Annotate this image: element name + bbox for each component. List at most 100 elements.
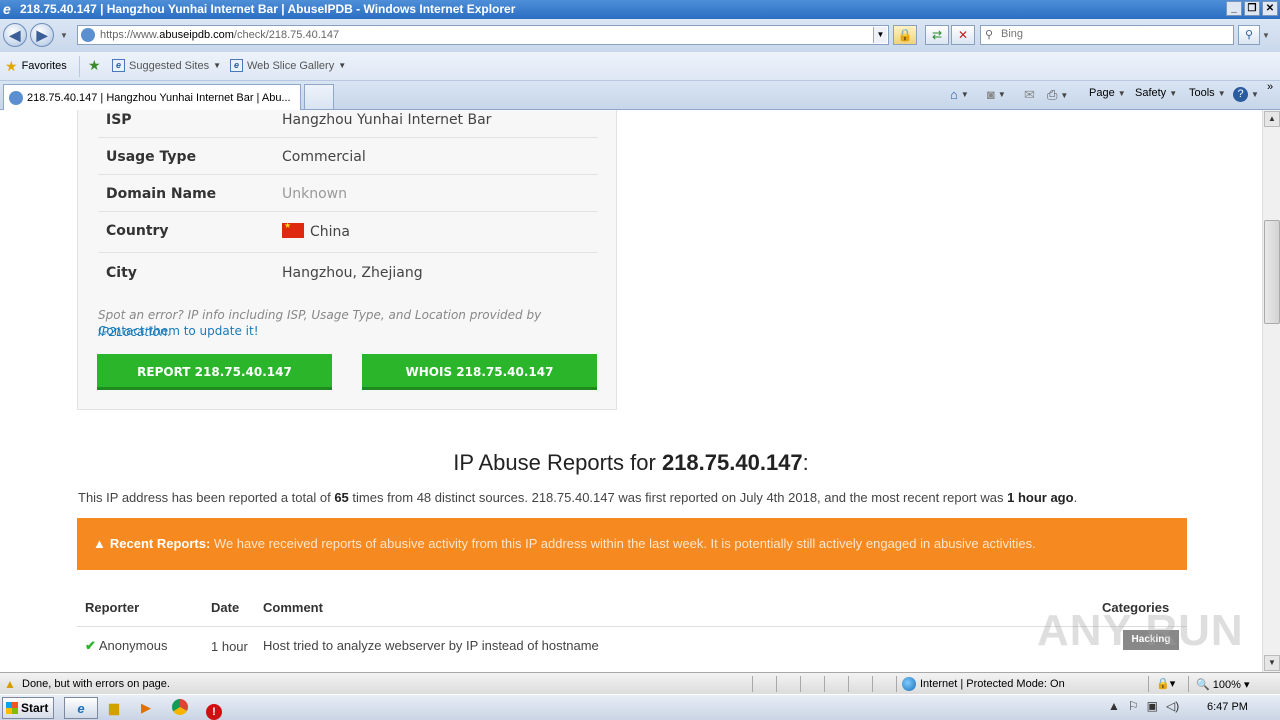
forward-button[interactable]: ▶ xyxy=(30,23,54,47)
page-icon xyxy=(9,91,23,105)
new-tab-button[interactable] xyxy=(304,84,334,110)
search-options-dropdown[interactable]: ▼ xyxy=(1262,31,1270,40)
status-divider xyxy=(776,676,777,692)
heading-colon: : xyxy=(802,450,809,475)
country-name: China xyxy=(310,224,350,240)
status-divider xyxy=(872,676,873,692)
column-header-reporter[interactable]: Reporter xyxy=(85,600,139,615)
scroll-up-button[interactable]: ▲ xyxy=(1264,111,1280,127)
mail-button[interactable]: ✉ xyxy=(1024,87,1035,103)
minimize-button[interactable]: _ xyxy=(1226,1,1242,16)
summary-text: times from 48 distinct sources. 218.75.4… xyxy=(352,490,1004,505)
home-button[interactable]: ⌂ ▼ xyxy=(950,87,969,102)
tools-menu[interactable]: Tools ▼ xyxy=(1189,87,1226,99)
info-row-usage-type: Usage Type Commercial xyxy=(98,138,598,175)
favorites-label: Favorites xyxy=(21,60,67,72)
chevron-down-icon: ▼ xyxy=(1169,88,1178,98)
taskbar-stop-icon[interactable]: ! xyxy=(200,697,228,720)
divider xyxy=(79,56,80,77)
chevron-down-icon: ▼ xyxy=(213,61,222,70)
search-icon: ⚲ xyxy=(985,29,994,41)
web-slice-gallery-link[interactable]: e Web Slice Gallery ▼ xyxy=(230,59,346,72)
search-button[interactable]: ⚲ xyxy=(1238,25,1260,45)
search-input[interactable] xyxy=(1001,28,1221,40)
address-dropdown-button[interactable]: ▼ xyxy=(873,27,887,43)
refresh-button[interactable]: ⇄ xyxy=(925,25,949,45)
page-error-icon[interactable]: ▲ xyxy=(4,677,16,691)
recent-pages-dropdown[interactable]: ▼ xyxy=(60,31,68,40)
page-content: ISP Hangzhou Yunhai Internet Bar Usage T… xyxy=(0,110,1262,672)
globe-icon xyxy=(902,677,916,691)
scroll-thumb[interactable] xyxy=(1264,220,1280,324)
security-zone[interactable]: Internet | Protected Mode: On xyxy=(902,677,1065,691)
status-divider xyxy=(1188,676,1189,692)
status-divider xyxy=(824,676,825,692)
tab-active[interactable]: 218.75.40.147 | Hangzhou Yunhai Internet… xyxy=(3,84,301,110)
url-text[interactable]: https://www.abuseipdb.com/check/218.75.4… xyxy=(100,29,339,41)
security-lock-icon[interactable]: 🔒 xyxy=(893,25,917,45)
clock[interactable]: 6:47 PM xyxy=(1207,701,1248,713)
chevron-down-icon: ▼ xyxy=(997,90,1006,99)
maximize-button[interactable]: ❐ xyxy=(1244,1,1260,16)
contact-link[interactable]: Contact them to update it! xyxy=(98,324,259,338)
heading-ip: 218.75.40.147 xyxy=(661,450,803,475)
whois-ip-button[interactable]: WHOIS 218.75.40.147 xyxy=(362,354,597,390)
suggested-sites-link[interactable]: e Suggested Sites ▼ xyxy=(112,59,221,72)
report-ip-button[interactable]: REPORT 218.75.40.147 xyxy=(97,354,332,390)
taskbar-chrome-icon[interactable] xyxy=(166,697,194,719)
overflow-chevron-icon[interactable]: » xyxy=(1267,81,1273,93)
start-button[interactable]: Start xyxy=(2,697,54,719)
rss-icon: ◙ xyxy=(987,87,995,102)
page-menu[interactable]: Page ▼ xyxy=(1089,87,1126,99)
start-label: Start xyxy=(21,701,49,715)
address-bar[interactable]: https://www.abuseipdb.com/check/218.75.4… xyxy=(77,25,889,45)
stop-button[interactable]: ✕ xyxy=(951,25,975,45)
chevron-down-icon: ▼ xyxy=(1217,88,1226,98)
close-button[interactable]: ✕ xyxy=(1262,1,1278,16)
taskbar-explorer-icon[interactable]: ▆ xyxy=(100,697,128,719)
window-controls: _ ❐ ✕ xyxy=(1226,1,1278,16)
info-row-domain-name: Domain Name Unknown xyxy=(98,175,598,212)
alert-message: We have received reports of abusive acti… xyxy=(213,536,1036,551)
network-icon[interactable]: ▣ xyxy=(1147,699,1158,713)
chevron-down-icon: ▼ xyxy=(1060,90,1069,100)
status-text: Done, but with errors on page. xyxy=(22,678,170,690)
system-tray: ▲ ⚐ ▣ ◁) xyxy=(1108,699,1179,713)
safety-menu[interactable]: Safety ▼ xyxy=(1135,87,1177,99)
ie-logo-icon: e xyxy=(3,1,11,17)
print-button[interactable]: ⎙ ▼ xyxy=(1047,87,1068,103)
status-divider xyxy=(896,676,897,692)
reporter-name: Anonymous xyxy=(98,638,168,653)
column-header-comment[interactable]: Comment xyxy=(263,600,323,615)
alert-title: Recent Reports: xyxy=(109,536,211,551)
feeds-button[interactable]: ◙ ▼ xyxy=(987,87,1006,102)
search-box[interactable]: ⚲ xyxy=(980,25,1234,45)
show-hidden-icons-icon[interactable]: ▲ xyxy=(1108,699,1120,713)
favorites-button[interactable]: ★ Favorites xyxy=(5,59,67,73)
flag-icon[interactable]: ⚐ xyxy=(1128,699,1139,713)
title-bar: e 218.75.40.147 | Hangzhou Yunhai Intern… xyxy=(0,0,1280,19)
windows-logo-icon xyxy=(6,702,18,714)
column-header-date[interactable]: Date xyxy=(211,600,239,615)
back-button[interactable]: ◀ xyxy=(3,23,27,47)
taskbar-ie-icon[interactable]: e xyxy=(64,697,98,719)
info-key: Domain Name xyxy=(106,186,217,202)
help-icon: ? xyxy=(1233,87,1248,102)
chevron-down-icon: ▼ xyxy=(960,90,969,99)
printer-icon: ⎙ xyxy=(1047,87,1058,102)
add-to-favorites-icon[interactable]: ★ xyxy=(88,57,101,74)
scroll-down-button[interactable]: ▼ xyxy=(1264,655,1280,671)
date-cell: 1 hour xyxy=(211,639,248,654)
report-count: 65 xyxy=(334,490,349,505)
taskbar-media-player-icon[interactable]: ▶ xyxy=(132,697,160,719)
status-bar: ▲ Done, but with errors on page. Interne… xyxy=(0,672,1280,694)
zoom-level[interactable]: 🔍 100% ▾ xyxy=(1196,678,1249,691)
info-key: City xyxy=(106,265,137,281)
chevron-down-icon: ▼ xyxy=(1117,88,1126,98)
help-menu[interactable]: ? ▼ xyxy=(1233,87,1259,102)
page-menu-label: Page xyxy=(1089,87,1115,99)
vertical-scrollbar[interactable]: ▲ ▼ xyxy=(1262,110,1280,672)
volume-icon[interactable]: ◁) xyxy=(1166,699,1179,713)
protected-mode-icon[interactable]: 🔒▾ xyxy=(1156,677,1175,690)
favorites-bar: ★ Favorites ★ e Suggested Sites ▼ e Web … xyxy=(0,52,1280,81)
